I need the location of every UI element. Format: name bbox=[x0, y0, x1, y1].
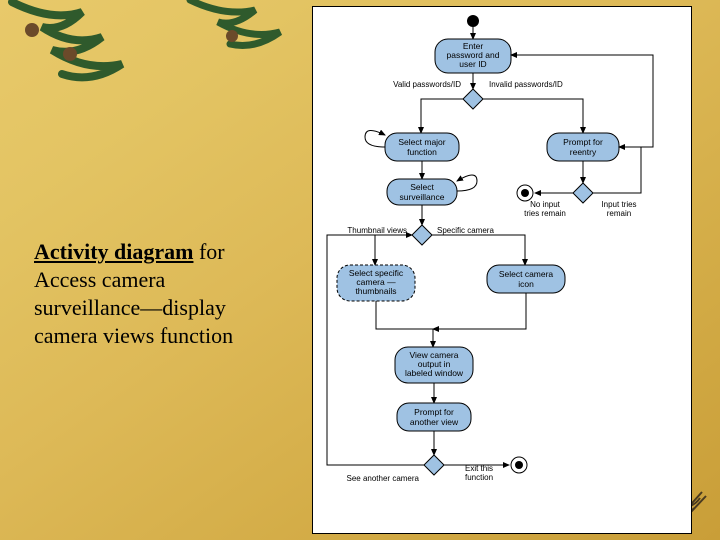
label-no-input-l1: No input bbox=[530, 200, 561, 209]
decision-views bbox=[412, 225, 432, 245]
decision-valid-password bbox=[463, 89, 483, 109]
initial-node-icon bbox=[467, 15, 479, 27]
label-input-remain-l1: Input tries bbox=[601, 200, 636, 209]
pine-branch-decoration bbox=[180, 0, 330, 92]
label-exit-l2: function bbox=[465, 473, 493, 482]
slide: Activity diagram for Access camera surve… bbox=[0, 0, 720, 540]
label-specific: Specific camera bbox=[437, 226, 494, 235]
caption-title: Activity diagram bbox=[34, 239, 193, 264]
decision-exit bbox=[424, 455, 444, 475]
pine-branch-decoration bbox=[0, 0, 172, 112]
prompt-reentry-l2: reentry bbox=[570, 147, 597, 157]
label-input-remain-l2: remain bbox=[607, 209, 631, 218]
view-output-l3: labeled window bbox=[405, 368, 464, 378]
activity-diagram: Enter password and user ID Valid passwor… bbox=[313, 7, 691, 533]
diagram-caption: Activity diagram for Access camera surve… bbox=[34, 238, 274, 351]
prompt-reentry-l1: Prompt for bbox=[563, 137, 603, 147]
activity-diagram-panel: Enter password and user ID Valid passwor… bbox=[312, 6, 692, 534]
prompt-another-l1: Prompt for bbox=[414, 407, 454, 417]
label-thumbnail: Thumbnail views bbox=[347, 226, 407, 235]
select-major-l2: function bbox=[407, 147, 437, 157]
sel-icon-l2: icon bbox=[518, 279, 534, 289]
label-invalid: Invalid passwords/ID bbox=[489, 80, 563, 89]
select-surv-l2: surveillance bbox=[400, 192, 445, 202]
label-valid: Valid passwords/ID bbox=[393, 80, 461, 89]
select-major-l1: Select major bbox=[398, 137, 445, 147]
sel-icon-l1: Select camera bbox=[499, 269, 554, 279]
label-no-input-l2: tries remain bbox=[524, 209, 566, 218]
prompt-another-l2: another view bbox=[410, 417, 459, 427]
enter-password-l3: user ID bbox=[459, 59, 486, 69]
sel-thumbs-l3: thumbnails bbox=[355, 286, 396, 296]
select-surv-l1: Select bbox=[410, 182, 434, 192]
decision-reentry bbox=[573, 183, 593, 203]
label-see-another: See another camera bbox=[347, 474, 420, 483]
